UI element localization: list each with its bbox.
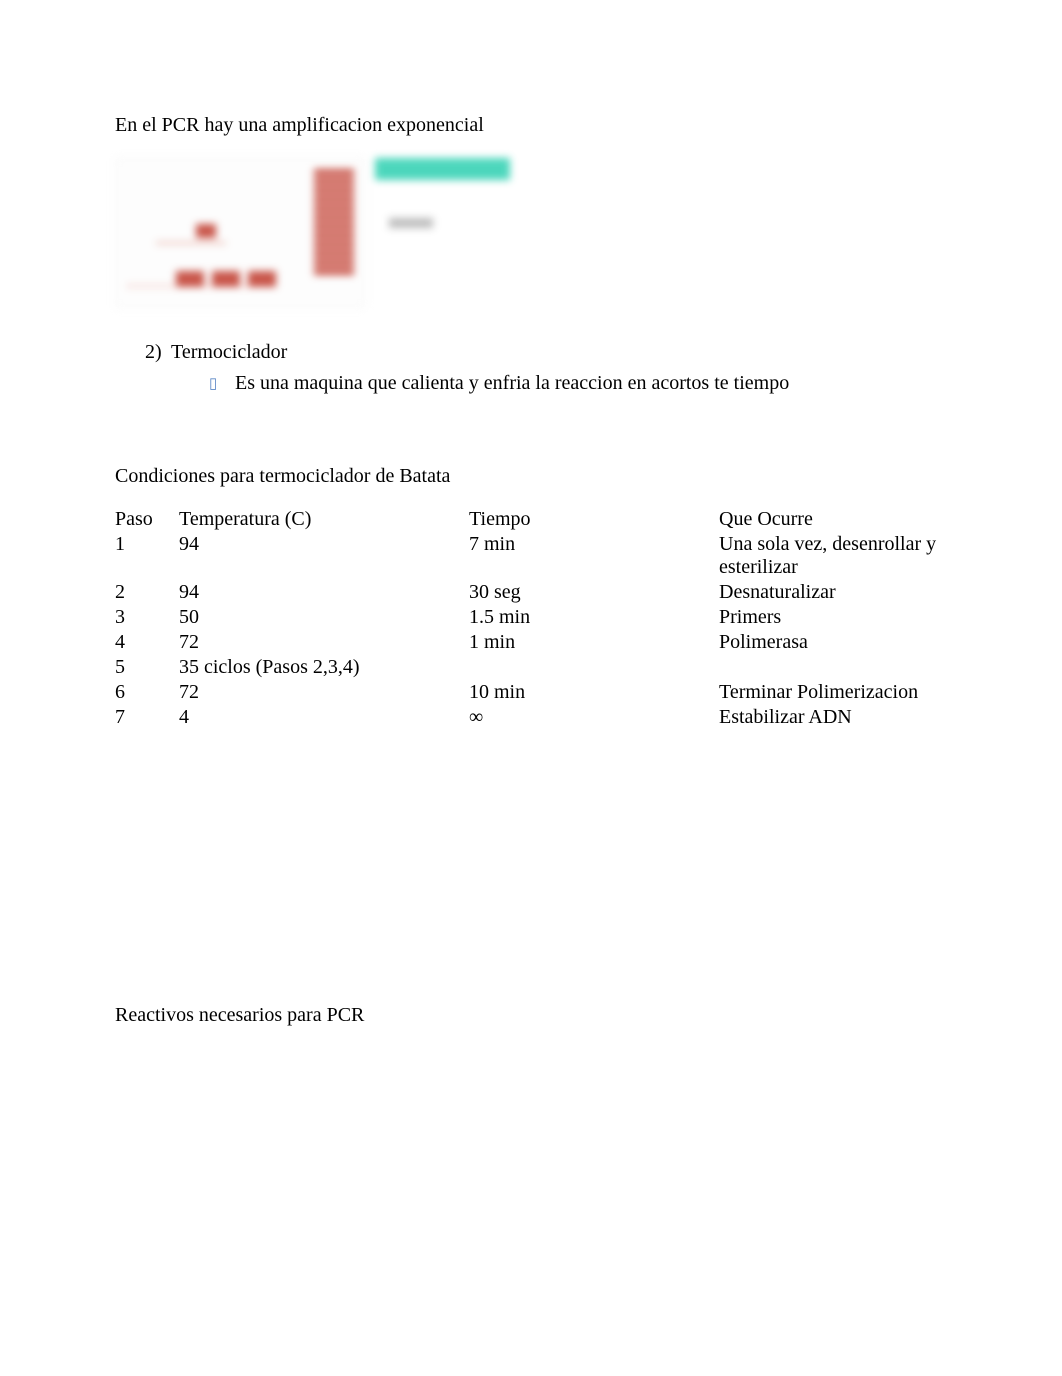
cell-que: Desnaturalizar xyxy=(719,580,947,605)
header-paso: Paso xyxy=(115,507,179,532)
conditions-title: Condiciones para termociclador de Batata xyxy=(115,461,947,491)
table-row: 1 94 7 min Una sola vez, desenrollar y e… xyxy=(115,532,947,580)
bullet-thermocycler-desc: ▯ Es una maquina que calienta y enfria l… xyxy=(209,372,947,395)
cell-tiempo: 10 min xyxy=(469,680,719,705)
header-temp: Temperatura (C) xyxy=(179,507,469,532)
cell-tiempo xyxy=(469,655,719,680)
cell-tiempo: 1.5 min xyxy=(469,605,719,630)
thermocycler-table: Paso Temperatura (C) Tiempo Que Ocurre 1… xyxy=(115,507,947,730)
intro-line: En el PCR hay una amplificacion exponenc… xyxy=(115,110,947,140)
cell-temp: 94 xyxy=(179,532,469,580)
chart-left-panel xyxy=(115,158,365,308)
cell-paso: 6 xyxy=(115,680,179,705)
header-tiempo: Tiempo xyxy=(469,507,719,532)
cell-que: Polimerasa xyxy=(719,630,947,655)
cell-que: Terminar Polimerizacion xyxy=(719,680,947,705)
cell-paso: 2 xyxy=(115,580,179,605)
cell-que xyxy=(719,655,947,680)
cell-que: Primers xyxy=(719,605,947,630)
cell-temp: 50 xyxy=(179,605,469,630)
list-number: 2) xyxy=(145,341,171,364)
list-item-2: 2) Termociclador xyxy=(145,341,947,364)
list-label: Termociclador xyxy=(171,341,287,364)
cell-paso: 5 xyxy=(115,655,179,680)
table-row: 5 35 ciclos (Pasos 2,3,4) xyxy=(115,655,947,680)
table-row: 3 50 1.5 min Primers xyxy=(115,605,947,630)
cell-tiempo: 7 min xyxy=(469,532,719,580)
cell-paso: 1 xyxy=(115,532,179,580)
table-row: 2 94 30 seg Desnaturalizar xyxy=(115,580,947,605)
cell-tiempo: 30 seg xyxy=(469,580,719,605)
cell-temp: 72 xyxy=(179,680,469,705)
cell-temp: 94 xyxy=(179,580,469,605)
cell-temp: 4 xyxy=(179,705,469,730)
chart-right-panel xyxy=(375,158,510,308)
header-que: Que Ocurre xyxy=(719,507,947,532)
cell-paso: 4 xyxy=(115,630,179,655)
bullet-text: Es una maquina que calienta y enfria la … xyxy=(235,372,789,395)
pcr-amplification-figure xyxy=(115,158,495,313)
cell-temp: 35 ciclos (Pasos 2,3,4) xyxy=(179,655,469,680)
table-header-row: Paso Temperatura (C) Tiempo Que Ocurre xyxy=(115,507,947,532)
cell-que: Estabilizar ADN xyxy=(719,705,947,730)
cell-tiempo: 1 min xyxy=(469,630,719,655)
table-row: 6 72 10 min Terminar Polimerizacion xyxy=(115,680,947,705)
bullet-glyph: ▯ xyxy=(209,372,235,395)
cell-paso: 3 xyxy=(115,605,179,630)
table-row: 4 72 1 min Polimerasa xyxy=(115,630,947,655)
cell-que: Una sola vez, desenrollar y esterilizar xyxy=(719,532,947,580)
reagents-title: Reactivos necesarios para PCR xyxy=(115,1000,947,1030)
cell-tiempo: ∞ xyxy=(469,705,719,730)
cell-temp: 72 xyxy=(179,630,469,655)
table-row: 7 4 ∞ Estabilizar ADN xyxy=(115,705,947,730)
cell-paso: 7 xyxy=(115,705,179,730)
